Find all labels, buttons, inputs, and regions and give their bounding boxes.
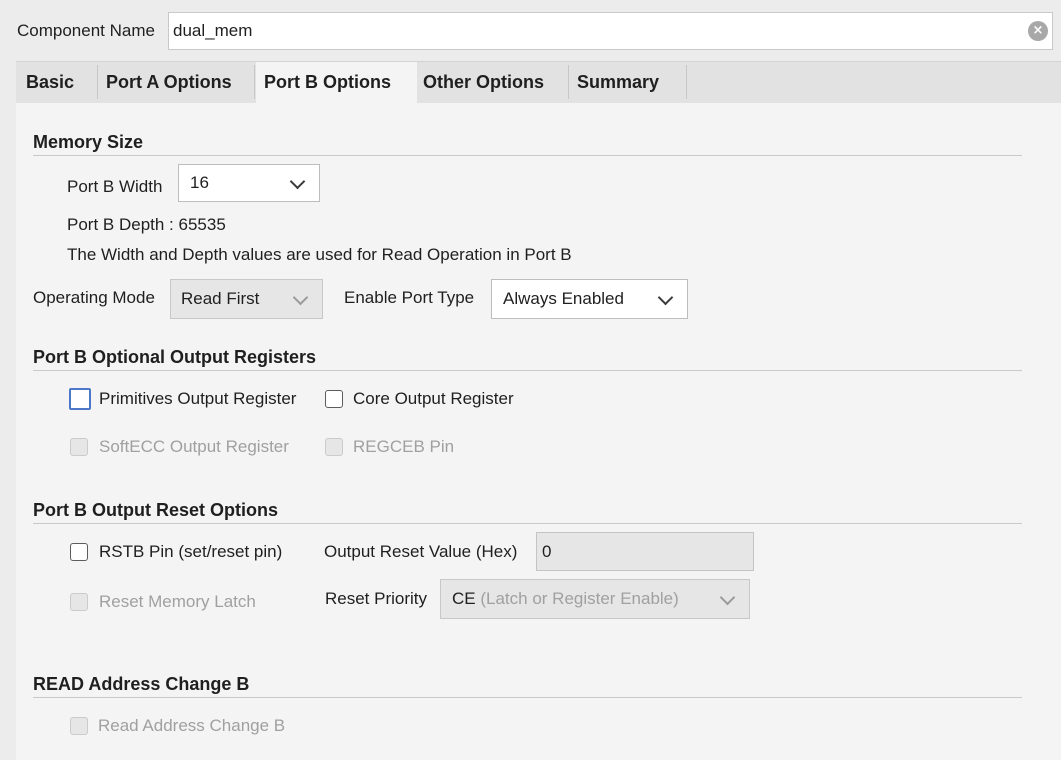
section-title-reset-options: Port B Output Reset Options <box>33 500 278 520</box>
tab-other-options[interactable]: Other Options <box>415 62 568 104</box>
chevron-down-icon <box>292 289 309 306</box>
output-reset-value: 0 <box>542 542 552 561</box>
section-divider <box>33 697 1022 698</box>
reset-priority-hint: (Latch or Register Enable) <box>480 589 679 608</box>
reset-priority-label: Reset Priority <box>325 589 428 608</box>
output-reset-value-label: Output Reset Value (Hex) <box>324 542 518 561</box>
core-output-register-label[interactable]: Core Output Register <box>353 389 514 409</box>
tab-basic[interactable]: Basic <box>18 62 98 104</box>
enable-port-type-label: Enable Port Type <box>344 288 475 307</box>
rstb-pin-checkbox[interactable] <box>70 543 88 561</box>
core-output-register-checkbox[interactable] <box>325 390 343 408</box>
enable-port-type-value: Always Enabled <box>503 289 624 308</box>
tab-port-a-options[interactable]: Port A Options <box>98 62 256 104</box>
section-title-read-address-change: READ Address Change B <box>33 674 250 694</box>
rstb-pin-label[interactable]: RSTB Pin (set/reset pin) <box>99 542 282 562</box>
reset-priority-value: CE (Latch or Register Enable) <box>452 589 679 609</box>
section-title-output-registers: Port B Optional Output Registers <box>33 347 317 367</box>
tab-separator <box>686 65 687 99</box>
output-reset-value-input[interactable]: 0 <box>536 532 754 571</box>
port-b-width-value: 16 <box>190 173 209 192</box>
regceb-pin-label: REGCEB Pin <box>353 437 455 456</box>
width-depth-note: The Width and Depth values are used for … <box>67 245 572 264</box>
port-b-options-panel <box>16 103 1061 760</box>
reset-priority-main: CE <box>452 589 476 608</box>
component-name-label: Component Name <box>17 21 155 40</box>
chevron-down-icon <box>657 289 674 306</box>
tab-port-b-options[interactable]: Port B Options <box>256 62 417 104</box>
port-b-depth-text: Port B Depth : 65535 <box>67 215 226 234</box>
softecc-output-register-label: SoftECC Output Register <box>99 437 289 456</box>
softecc-output-register-checkbox[interactable] <box>70 438 88 456</box>
reset-memory-latch-label: Reset Memory Latch <box>99 592 256 611</box>
read-address-change-label: Read Address Change B <box>98 716 286 735</box>
primitives-output-register-checkbox[interactable] <box>69 388 91 410</box>
enable-port-type-select[interactable]: Always Enabled <box>491 279 688 319</box>
chevron-down-icon <box>719 589 736 606</box>
operating-mode-value: Read First <box>181 289 260 308</box>
operating-mode-label: Operating Mode <box>33 288 155 307</box>
operating-mode-select[interactable]: Read First <box>170 279 323 319</box>
section-divider <box>33 370 1022 371</box>
reset-memory-latch-checkbox[interactable] <box>70 593 88 611</box>
tab-summary[interactable]: Summary <box>569 62 685 104</box>
regceb-pin-checkbox[interactable] <box>325 438 343 456</box>
tab-bar: Basic Port A Options Port B Options Othe… <box>16 61 1061 104</box>
port-b-width-select[interactable]: 16 <box>178 164 320 202</box>
chevron-down-icon <box>289 173 306 190</box>
read-address-change-checkbox[interactable] <box>70 717 88 735</box>
tab-separator <box>254 65 255 99</box>
section-title-memory-size: Memory Size <box>33 132 144 152</box>
section-divider <box>33 523 1022 524</box>
primitives-output-register-label[interactable]: Primitives Output Register <box>99 389 296 409</box>
component-name-input[interactable]: dual_mem × <box>168 12 1053 50</box>
clear-icon[interactable]: × <box>1028 21 1048 41</box>
port-b-width-label: Port B Width <box>67 177 163 196</box>
reset-priority-select[interactable]: CE (Latch or Register Enable) <box>440 579 750 619</box>
section-divider <box>33 155 1022 156</box>
component-name-value: dual_mem <box>173 21 253 40</box>
